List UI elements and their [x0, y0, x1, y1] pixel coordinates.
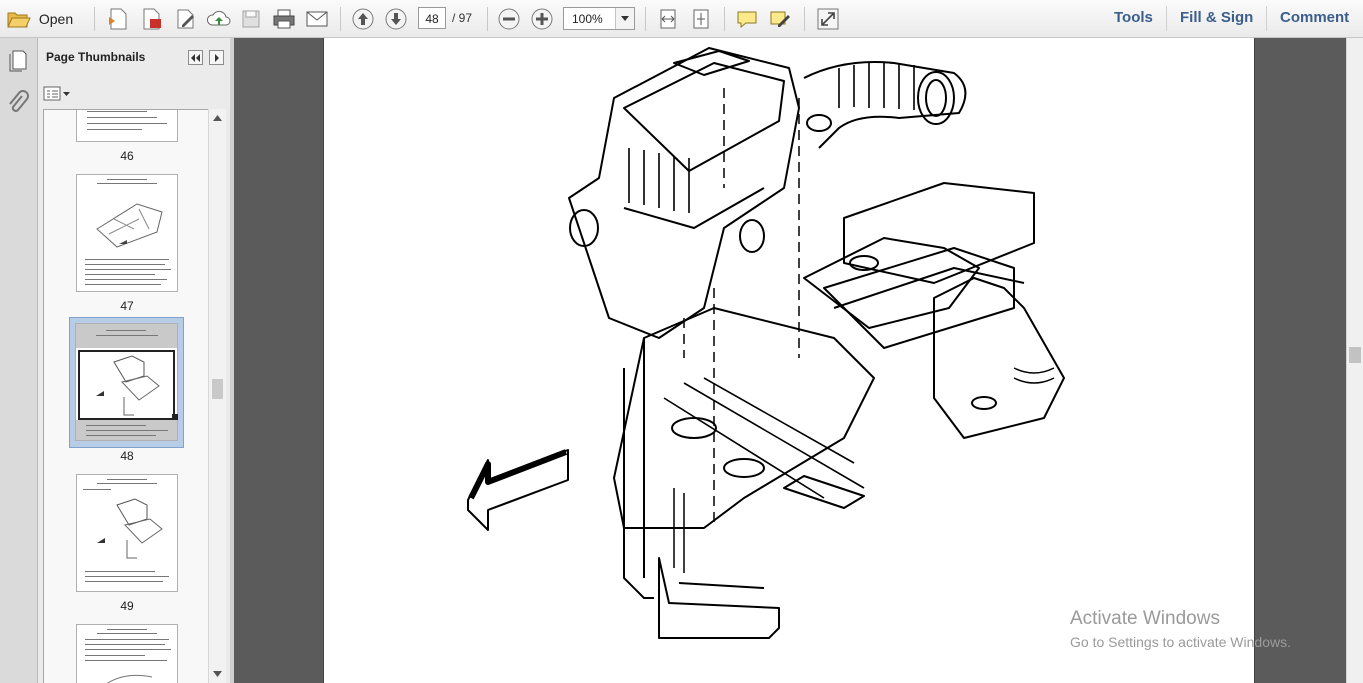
toolbar-separator — [94, 7, 95, 31]
toolbar-separator — [645, 7, 646, 31]
thumbnail-label: 49 — [120, 599, 134, 613]
navigation-rail — [0, 38, 38, 683]
fit-page-button[interactable] — [688, 5, 714, 32]
toolbar-separator — [804, 7, 805, 31]
chevron-right-icon — [214, 53, 219, 62]
thumbnail-page[interactable] — [76, 474, 178, 592]
toolbar-separator — [340, 7, 341, 31]
open-button[interactable]: Open — [4, 5, 76, 32]
engine-diagram — [467, 47, 1065, 639]
edit-pdf-button[interactable] — [173, 5, 199, 32]
page-thumbnails-icon[interactable] — [6, 48, 30, 72]
zoom-out-icon — [498, 8, 520, 29]
document-scrollbar[interactable] — [1346, 38, 1363, 683]
main-toolbar: Open 48 / 97 100% Tools Fill & Sign Comm… — [0, 0, 1363, 38]
options-icon — [43, 86, 70, 101]
thumbnail-page[interactable] — [76, 174, 178, 292]
thumbnails-panel: Page Thumbnails 46 47 48 49 — [38, 38, 231, 683]
page-number-input[interactable]: 48 — [418, 7, 446, 29]
prev-page-icon — [352, 8, 374, 29]
zoom-out-button[interactable] — [496, 5, 522, 32]
toolbar-separator — [487, 7, 488, 31]
scroll-down-icon[interactable] — [213, 671, 222, 677]
next-page-button[interactable] — [383, 5, 409, 32]
thumbnail-page[interactable] — [76, 110, 178, 142]
pdf-page — [323, 38, 1255, 683]
thumbnail-page[interactable] — [75, 323, 178, 441]
save-button[interactable] — [239, 5, 263, 32]
create-pdf-icon — [109, 8, 127, 29]
comment-button[interactable] — [734, 5, 760, 32]
zoom-dropdown-button[interactable] — [615, 8, 634, 29]
thumbnail-scrollbar[interactable] — [208, 109, 226, 683]
thumbnail-drawing — [96, 355, 160, 416]
zoom-value: 100% — [572, 12, 603, 26]
edit-icon — [177, 9, 194, 28]
toolbar-separator — [1166, 6, 1167, 31]
export-pdf-icon — [143, 8, 161, 29]
panel-title: Page Thumbnails — [46, 50, 146, 64]
fit-width-icon — [660, 9, 676, 28]
upload-button[interactable] — [206, 5, 232, 32]
document-scrollbar-thumb[interactable] — [1349, 347, 1361, 363]
toolbar-separator — [1266, 6, 1267, 31]
email-icon — [306, 11, 328, 26]
thumbnail-label: 47 — [120, 299, 134, 313]
create-pdf-button[interactable] — [105, 5, 131, 32]
zoom-in-icon — [531, 8, 553, 29]
print-icon — [273, 9, 295, 28]
scrollbar-thumb[interactable] — [212, 379, 223, 399]
save-icon — [242, 10, 260, 27]
thumbnail-list[interactable]: 46 47 48 49 — [43, 109, 210, 683]
zoom-in-button[interactable] — [529, 5, 555, 32]
thumbnail-label: 48 — [120, 449, 134, 463]
fit-width-button[interactable] — [655, 5, 681, 32]
thumbnail-selection[interactable] — [69, 317, 184, 448]
thumbnail-drawing — [97, 498, 163, 559]
zoom-select[interactable]: 100% — [563, 7, 635, 30]
document-view[interactable] — [234, 38, 1346, 683]
next-page-icon — [385, 8, 407, 29]
open-label: Open — [38, 10, 74, 27]
tools-link[interactable]: Tools — [1114, 9, 1153, 26]
comment-link[interactable]: Comment — [1280, 9, 1349, 26]
chevron-down-icon — [621, 16, 629, 21]
highlight-button[interactable] — [767, 5, 793, 32]
comment-icon — [737, 11, 757, 28]
print-button[interactable] — [270, 5, 298, 32]
expand-panel-button[interactable] — [209, 50, 224, 65]
thumbnail-drawing — [96, 203, 163, 248]
double-left-icon — [190, 53, 200, 62]
fullscreen-button[interactable] — [815, 5, 841, 32]
fullscreen-icon — [817, 8, 839, 29]
thumbnail-page[interactable] — [76, 624, 178, 683]
export-pdf-button[interactable] — [139, 5, 165, 32]
open-folder-icon — [7, 12, 31, 27]
email-button[interactable] — [303, 5, 331, 32]
collapse-panel-button[interactable] — [188, 50, 203, 65]
thumbnail-label: 46 — [120, 149, 134, 163]
toolbar-separator — [724, 7, 725, 31]
activate-windows-subtitle: Go to Settings to activate Windows. — [1070, 634, 1291, 650]
thumbnail-drawing — [106, 674, 153, 683]
scroll-up-icon[interactable] — [213, 115, 222, 121]
fit-page-icon — [693, 9, 709, 28]
attachments-icon[interactable] — [7, 90, 29, 116]
prev-page-button[interactable] — [350, 5, 376, 32]
activate-windows-title: Activate Windows — [1070, 608, 1220, 629]
upload-icon — [207, 10, 231, 25]
thumbnail-options-button[interactable] — [43, 85, 71, 103]
fill-sign-link[interactable]: Fill & Sign — [1180, 9, 1253, 26]
highlight-icon — [770, 11, 790, 27]
page-total: / 97 — [452, 11, 473, 25]
